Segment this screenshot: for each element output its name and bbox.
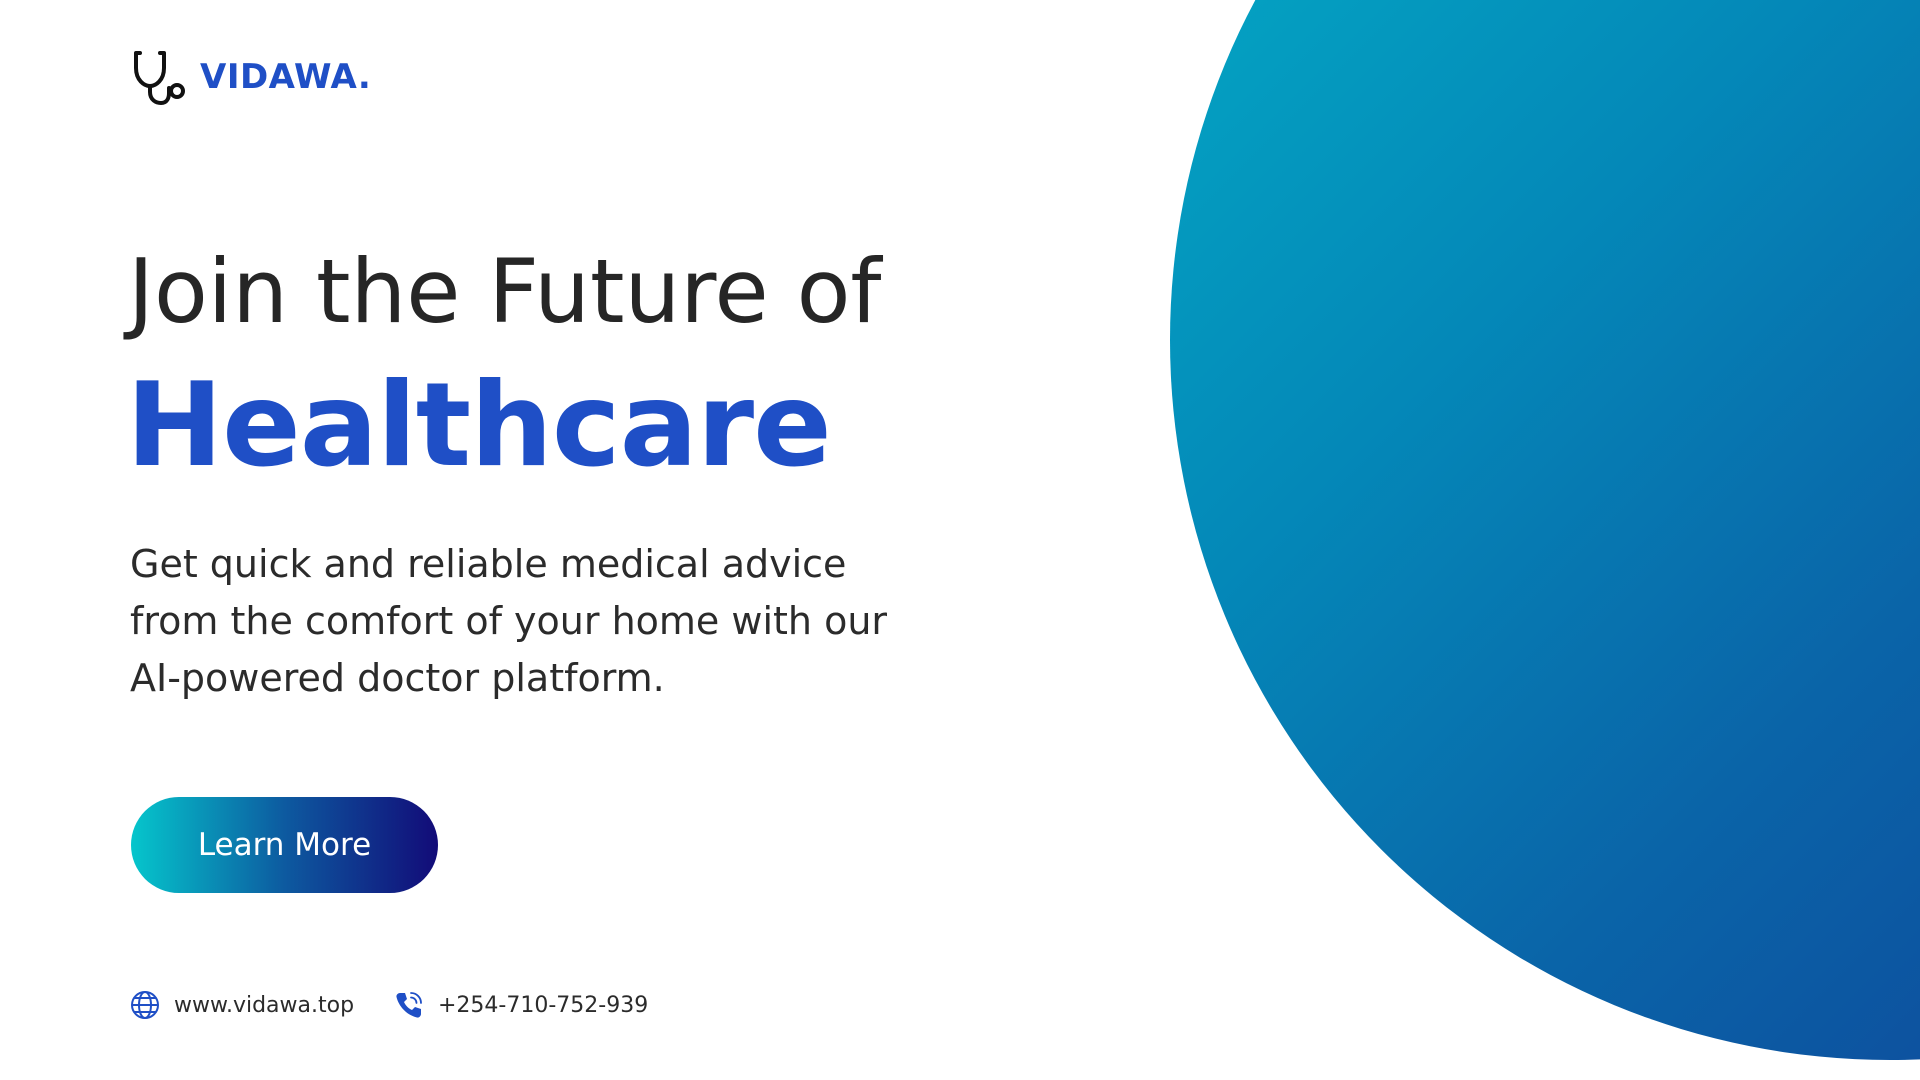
page-title: Join the Future of xyxy=(128,240,882,343)
website-contact[interactable]: www.vidawa.top xyxy=(130,990,354,1020)
brand-name: VIDAWA. xyxy=(200,57,372,97)
globe-icon xyxy=(131,991,159,1019)
phone-contact[interactable]: +254-710-752-939 xyxy=(394,990,648,1020)
landing-page: VIDAWA. Join the Future of Healthcare Ge… xyxy=(0,0,1920,1080)
brand-logo[interactable]: VIDAWA. xyxy=(130,48,371,106)
learn-more-button[interactable]: Learn More xyxy=(131,797,438,893)
hero-description: Get quick and reliable medical advice fr… xyxy=(130,542,888,700)
stethoscope-icon xyxy=(134,51,185,105)
website-link[interactable]: www.vidawa.top xyxy=(174,993,354,1018)
page-title-accent: Healthcare xyxy=(126,358,832,493)
phone-icon xyxy=(396,992,422,1018)
phone-number[interactable]: +254-710-752-939 xyxy=(438,993,648,1018)
decorative-gradient-circle xyxy=(1170,0,1920,1060)
